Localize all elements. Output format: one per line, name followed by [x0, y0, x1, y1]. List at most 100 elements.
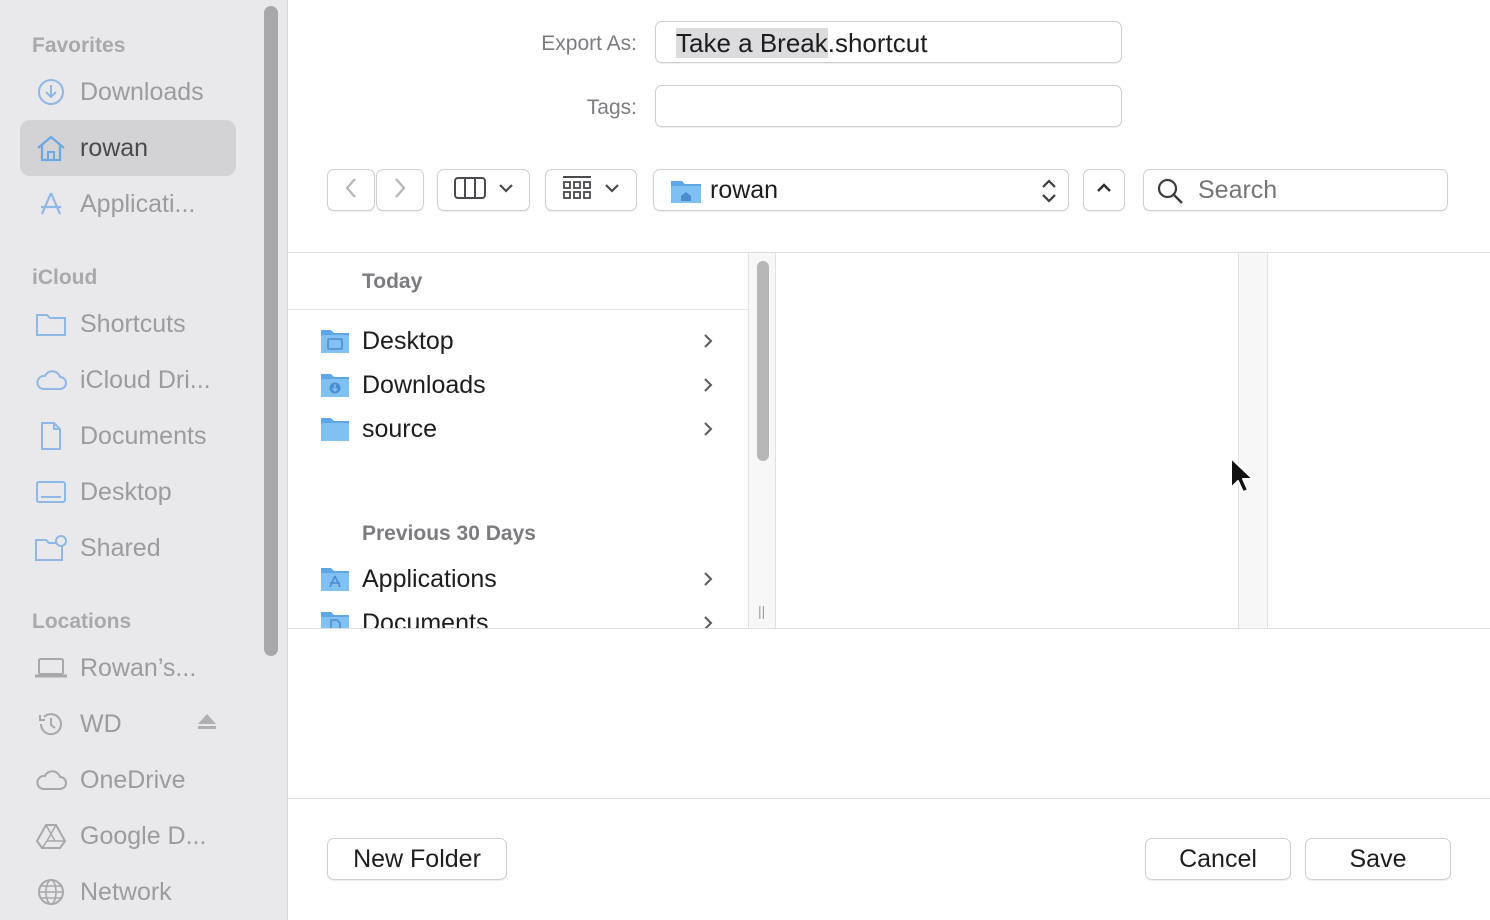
export-as-label: Export As:	[541, 32, 637, 55]
desktop-icon	[34, 475, 68, 509]
save-button[interactable]: Save	[1305, 838, 1451, 880]
sidebar-section-icloud: iCloud	[32, 266, 98, 289]
sidebar-item-label: Applicati...	[80, 189, 196, 218]
eject-icon[interactable]	[196, 711, 218, 738]
laptop-icon	[34, 651, 68, 685]
column-resize-handle[interactable]: ||	[758, 603, 765, 619]
folder-icon	[320, 415, 350, 448]
sidebar-item-applications[interactable]: Applicati...	[20, 176, 236, 232]
chevron-right-icon	[392, 176, 408, 205]
footer-divider	[288, 798, 1490, 799]
search-input[interactable]	[1198, 174, 1438, 206]
view-mode-button[interactable]	[437, 169, 530, 211]
columns-view-icon	[453, 176, 486, 204]
home-icon	[34, 131, 68, 165]
column-divider	[1238, 253, 1268, 628]
sidebar-item-desktop[interactable]: Desktop	[20, 464, 236, 520]
sidebar-item-google-drive[interactable]: Google D...	[20, 808, 236, 864]
sidebar-section-locations: Locations	[32, 610, 132, 633]
sidebar-section-favorites: Favorites	[32, 34, 126, 57]
sidebar-item-label: Desktop	[80, 477, 172, 506]
sidebar: Favorites Downloads rowan Applicati... i…	[0, 0, 288, 920]
sidebar-item-label: OneDrive	[80, 765, 186, 794]
parent-folder-button[interactable]	[1083, 169, 1125, 211]
list-item-applications[interactable]: Applications	[288, 559, 748, 603]
sidebar-item-rowans-mac[interactable]: Rowan’s...	[20, 640, 236, 696]
filename-extension: .shortcut	[827, 28, 928, 58]
sidebar-item-label: Documents	[80, 421, 207, 450]
list-item-desktop[interactable]: Desktop	[288, 321, 748, 365]
list-item-name: Downloads	[362, 371, 486, 399]
globe-icon	[34, 875, 68, 909]
mouse-pointer-icon	[1228, 456, 1256, 501]
time-machine-icon	[34, 707, 68, 741]
cloud-icon	[34, 363, 68, 397]
search-field[interactable]	[1143, 169, 1448, 211]
desktop-folder-icon	[320, 327, 350, 360]
sidebar-item-label: WD	[80, 709, 122, 738]
list-item-name: Applications	[362, 565, 497, 593]
chevron-right-icon	[702, 375, 714, 400]
export-as-field[interactable]: Take a Break.shortcut	[655, 21, 1122, 63]
sidebar-item-network[interactable]: Network	[20, 864, 236, 920]
cancel-button[interactable]: Cancel	[1145, 838, 1291, 880]
group-divider	[288, 309, 748, 310]
browser-column: Today Desktop Downloads source Previous …	[288, 253, 748, 628]
search-icon	[1156, 177, 1184, 210]
chevron-up-icon	[1096, 181, 1112, 199]
chevron-down-icon	[498, 181, 514, 199]
group-button[interactable]	[545, 169, 637, 211]
downloads-folder-icon	[320, 371, 350, 404]
documents-folder-icon	[320, 609, 350, 628]
chevron-right-icon	[702, 613, 714, 628]
sidebar-item-label: Google D...	[80, 821, 207, 850]
filename-selected-text: Take a Break	[676, 28, 828, 58]
list-item-name: Documents	[362, 609, 489, 628]
back-button[interactable]	[327, 169, 375, 211]
location-popup[interactable]: rowan	[653, 169, 1069, 211]
sidebar-item-documents[interactable]: Documents	[20, 408, 236, 464]
sidebar-item-label: Rowan’s...	[80, 653, 197, 682]
chevron-left-icon	[343, 176, 359, 205]
chevron-right-icon	[702, 331, 714, 356]
list-item-downloads[interactable]: Downloads	[288, 365, 748, 409]
sidebar-item-icloud-drive[interactable]: iCloud Dri...	[20, 352, 236, 408]
browser-bottom-divider	[288, 628, 1490, 629]
download-circle-icon	[34, 75, 68, 109]
sidebar-scrollbar[interactable]	[264, 6, 278, 656]
sidebar-item-wd[interactable]: WD	[20, 696, 236, 752]
list-item-source[interactable]: source	[288, 409, 748, 453]
sidebar-item-label: Network	[80, 877, 172, 906]
group-header-today: Today	[362, 270, 423, 293]
list-item-name: source	[362, 415, 438, 443]
home-folder-icon	[670, 177, 702, 210]
sidebar-item-label: iCloud Dri...	[80, 365, 211, 394]
chevron-right-icon	[702, 419, 714, 444]
sidebar-item-label: Shortcuts	[80, 309, 186, 338]
tags-label: Tags:	[586, 96, 637, 119]
document-icon	[34, 419, 68, 453]
cloud-icon	[34, 763, 68, 797]
google-drive-icon	[34, 819, 68, 853]
list-item-documents[interactable]: Documents	[288, 603, 748, 628]
shared-folder-icon	[34, 531, 68, 565]
sidebar-item-downloads[interactable]: Downloads	[20, 64, 236, 120]
applications-icon	[34, 187, 68, 221]
forward-button[interactable]	[376, 169, 424, 211]
applications-folder-icon	[320, 565, 350, 598]
sidebar-item-label: Shared	[80, 533, 161, 562]
sidebar-item-label: Downloads	[80, 77, 204, 106]
folder-icon	[34, 307, 68, 341]
group-header-previous-30-days: Previous 30 Days	[362, 522, 536, 545]
chevron-down-icon	[604, 181, 620, 199]
sidebar-item-label: rowan	[80, 133, 149, 162]
location-label: rowan	[710, 176, 779, 204]
sidebar-item-shortcuts[interactable]: Shortcuts	[20, 296, 236, 352]
tags-field[interactable]	[655, 85, 1122, 127]
column-scrollbar[interactable]	[757, 261, 769, 461]
list-item-name: Desktop	[362, 327, 454, 355]
sidebar-item-rowan[interactable]: rowan	[20, 120, 236, 176]
new-folder-button[interactable]: New Folder	[327, 838, 507, 880]
sidebar-item-shared[interactable]: Shared	[20, 520, 236, 576]
sidebar-item-onedrive[interactable]: OneDrive	[20, 752, 236, 808]
